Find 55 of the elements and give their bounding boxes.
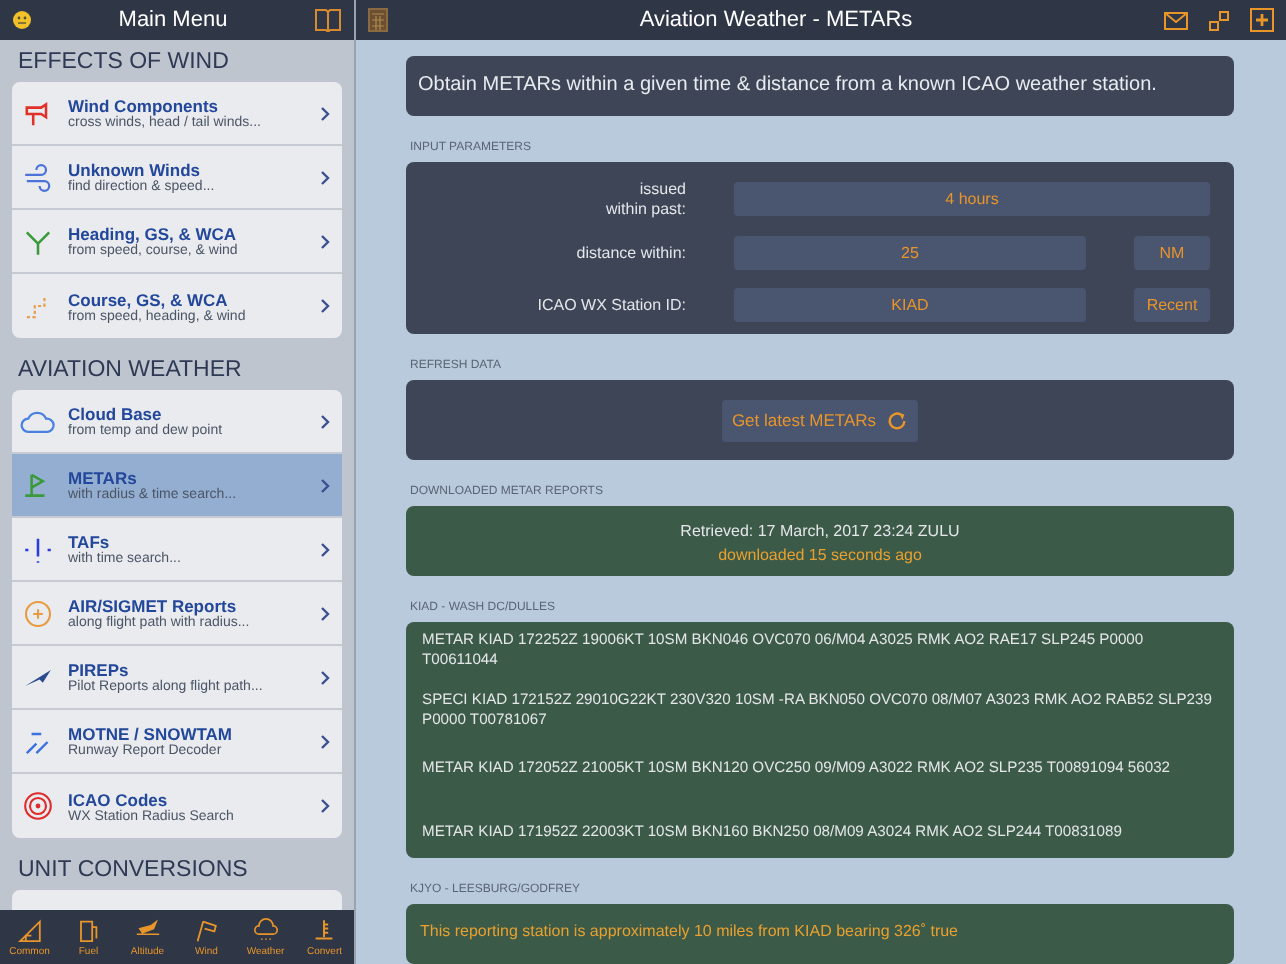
download-age-text: downloaded 15 seconds ago <box>718 546 922 564</box>
menu-item-title: AIR/SIGMET Reports <box>68 596 237 616</box>
menu-item-title: PIREPs <box>68 660 131 680</box>
menu-item-icon <box>20 790 56 822</box>
chevron-icon <box>320 413 330 429</box>
menu-item-title: Wind Components <box>68 96 218 116</box>
section-heading: UNIT CONVERSIONS <box>18 858 250 882</box>
menu-item-title: MOTNE / SNOWTAM <box>68 724 234 744</box>
menu-item-title: Heading, GS, & WCA <box>68 224 239 244</box>
chevron-icon <box>320 541 330 557</box>
unit-button[interactable]: Recent <box>1134 288 1210 323</box>
refresh-button[interactable]: Get latest METARs <box>721 399 919 442</box>
menu-item-icon <box>20 407 56 435</box>
mail-icon[interactable] <box>1164 11 1188 29</box>
field-label: issued within past: <box>603 180 686 219</box>
station-note: This reporting station is approximately 10 miles from KIAD bearing 326˚ true <box>418 920 961 944</box>
menu-item-title: Cloud Base <box>68 404 163 424</box>
menu-item-title: TAFs <box>68 532 110 552</box>
input-field[interactable]: 4 hours <box>734 182 1210 217</box>
chevron-icon <box>320 298 330 314</box>
chevron-icon <box>320 605 330 621</box>
input-field[interactable]: 25 <box>734 236 1086 271</box>
smiley-icon[interactable] <box>12 10 32 30</box>
menu-item-title: METARs <box>68 468 139 488</box>
tab-icon <box>251 916 280 944</box>
resize-icon[interactable] <box>1208 9 1230 31</box>
menu-item-icon <box>20 161 56 193</box>
book-icon[interactable] <box>314 8 342 32</box>
chevron-icon <box>320 669 330 685</box>
page-title: Aviation Weather - METARs <box>637 8 915 32</box>
menu-item-icon <box>20 597 56 629</box>
chevron-icon <box>320 733 330 749</box>
chevron-icon <box>320 169 330 185</box>
menu-item-title: Unknown Winds <box>68 160 201 180</box>
menu-item-icon <box>20 533 56 565</box>
tab-icon <box>15 916 44 944</box>
chevron-icon <box>320 233 330 249</box>
chevron-icon <box>320 105 330 121</box>
section-heading: AVIATION WEATHER <box>18 358 244 382</box>
chevron-icon <box>320 477 330 493</box>
field-label: distance within: <box>574 243 686 263</box>
menu-item-title: Course, GS, & WCA <box>68 289 230 309</box>
retrieved-text: Retrieved: 17 March, 2017 23:24 ZULU <box>680 522 960 540</box>
sidebar-title: Main Menu <box>116 8 230 32</box>
description-text: Obtain METARs within a given time & distance from a known ICAO weather station. <box>406 56 1234 116</box>
menu-item-title: ICAO Codes <box>68 789 168 809</box>
field-label: ICAO WX Station ID: <box>535 295 686 315</box>
input-field[interactable]: KIAD <box>734 288 1086 323</box>
refresh-icon <box>886 409 909 432</box>
tab-icon <box>192 916 221 944</box>
add-icon[interactable] <box>1250 8 1274 32</box>
chevron-icon <box>320 798 330 814</box>
tab-icon <box>74 916 103 944</box>
unit-button[interactable]: NM <box>1134 236 1210 271</box>
section-heading: EFFECTS OF WIND <box>18 50 231 74</box>
